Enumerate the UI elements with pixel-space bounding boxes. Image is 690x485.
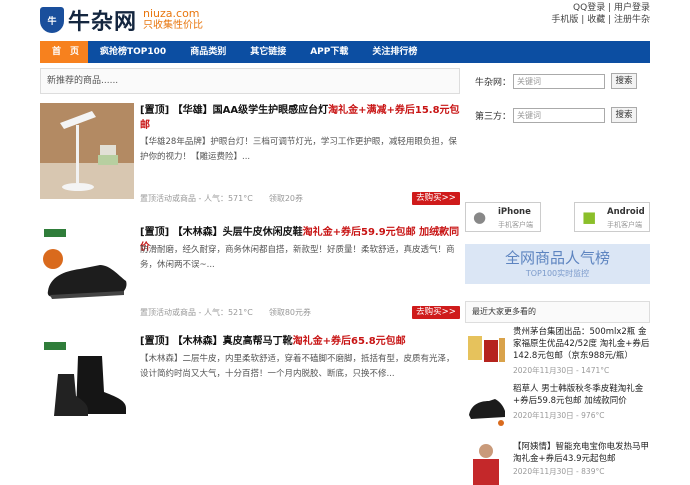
post-item: [置顶] 【木林森】真皮高帮马丁靴淘礼金+券后65.8元包邮 【木林森】二层牛皮… (40, 334, 460, 416)
item-title[interactable]: 贵州茅台集团出品：500mlx2瓶 金家福原生优品42/52度 淘礼金+券后14… (513, 326, 650, 362)
post-title[interactable]: [置顶] 【华雄】国AA级学生护眼感应台灯淘礼金+满减+券后15.8元包邮 (140, 103, 460, 133)
post-description: 【华雄28年品牌】护眼台灯！三档可调节灯光，学习工作更护眼，减轻用眼负担，保护你… (140, 137, 457, 162)
app-name: Android (607, 207, 645, 217)
site-search-button[interactable]: 搜索 (611, 73, 637, 89)
item-meta: 2020年11月30日 - 839°C (513, 467, 605, 476)
post-title[interactable]: [置顶] 【木林森】真皮高帮马丁靴淘礼金+券后65.8元包邮 (140, 334, 460, 349)
nav-categories[interactable]: 商品类别 (178, 41, 238, 63)
apple-icon: ● (473, 208, 487, 226)
search-label: 牛杂网： (475, 77, 512, 88)
site-search: 牛杂网： 关键词 搜索 (475, 73, 637, 89)
site-slogan: 只收集性价比 (143, 20, 204, 31)
item-image (465, 441, 507, 485)
top-links: QQ登录 | 用户登录 手机版 | 收藏 | 注册牛杂 (551, 3, 650, 25)
register-link[interactable]: 注册牛杂 (614, 15, 650, 25)
banner-subtitle: TOP100实时监控 (525, 269, 590, 278)
list-item[interactable]: 贵州茅台集团出品：500mlx2瓶 金家福原生优品42/52度 淘礼金+券后14… (465, 326, 650, 378)
breadcrumb: 新推荐的商品...... (40, 68, 460, 94)
product-image-shoe[interactable] (40, 225, 134, 311)
list-item[interactable]: 【阿姨情】智能充电宝你电发热马甲淘礼金+券后43.9元起包邮 2020年11月3… (465, 373, 650, 485)
qq-login-link[interactable]: QQ登录 (573, 3, 605, 13)
nav-app-download[interactable]: APP下载 (298, 41, 360, 63)
nav-links[interactable]: 其它链接 (238, 41, 298, 63)
logo-text: 牛杂网 (68, 10, 138, 35)
iphone-app-button[interactable]: ● iPhone 手机客户端 (465, 202, 541, 232)
item-image (465, 326, 507, 370)
favorite-link[interactable]: 收藏 (587, 15, 605, 25)
item-title[interactable]: 【阿姨情】智能充电宝你电发热马甲淘礼金+券后43.9元起包邮 (513, 441, 650, 465)
post-item: [置顶] 【木林森】头层牛皮休闲皮鞋淘礼金+券后59.9元包邮 加绒款同价 防滑… (40, 225, 460, 319)
third-party-search-button[interactable]: 搜索 (611, 107, 637, 123)
post-item: [置顶] 【华雄】国AA级学生护眼感应台灯淘礼金+满减+券后15.8元包邮 【华… (40, 103, 460, 215)
logo-subtitle: niuza.com 只收集性价比 (143, 8, 203, 32)
post-meta: 置顶活动或商品 - 人气：521°C 领取80元券 (140, 308, 312, 317)
main-content: 新推荐的商品...... [置顶] 【华雄】国AA级学生护眼感应台灯淘礼金+满减… (40, 68, 460, 416)
site-logo[interactable]: 牛 牛杂网 niuza.com 只收集性价比 (40, 4, 203, 36)
buy-button[interactable]: 去购买>> (412, 306, 460, 319)
main-nav: 首 页 疯抢榜TOP100 商品类别 其它链接 APP下载 关注排行榜 (40, 41, 650, 63)
site-domain: niuza.com (143, 7, 200, 20)
section-title: 最近大家更多看的 (465, 301, 650, 323)
android-icon: ■ (582, 208, 597, 226)
mobile-link[interactable]: 手机版 (551, 15, 578, 25)
logo-badge: 牛 (40, 7, 64, 33)
android-app-button[interactable]: ■ Android 手机客户端 (574, 202, 650, 232)
nav-home[interactable]: 首 页 (40, 41, 88, 63)
app-name: iPhone (498, 207, 531, 217)
app-sub: 手机客户端 (607, 221, 642, 229)
user-login-link[interactable]: 用户登录 (614, 3, 650, 13)
app-sub: 手机客户端 (498, 221, 533, 229)
buy-button[interactable]: 去购买>> (412, 192, 460, 205)
third-party-search-input[interactable]: 关键词 (513, 107, 605, 123)
third-party-search: 第三方： 关键词 搜索 (475, 107, 637, 123)
banner-title: 全网商品人气榜 (504, 249, 610, 267)
post-description: 【木林森】二层牛皮，内里柔软舒适，穿着不磕脚不磨脚，抵括有型，皮质有光泽，设计简… (140, 354, 455, 379)
popularity-banner[interactable]: 全网商品人气榜 TOP100实时监控 (465, 244, 650, 284)
product-image-lamp[interactable] (40, 103, 134, 199)
nav-ranking[interactable]: 关注排行榜 (360, 41, 429, 63)
product-image-boots[interactable] (40, 334, 134, 416)
site-header: 牛 牛杂网 niuza.com 只收集性价比 QQ登录 | 用户登录 手机版 |… (0, 0, 690, 42)
site-search-input[interactable]: 关键词 (513, 73, 605, 89)
nav-top100[interactable]: 疯抢榜TOP100 (88, 41, 178, 63)
post-meta: 置顶活动或商品 - 人气：571°C 领取20券 (140, 194, 304, 203)
search-label: 第三方： (475, 111, 512, 122)
post-description: 防滑耐磨，经久耐穿，商务休闲都自搭，新款型！好质量！柔软舒适，真皮透气！商务，休… (140, 245, 455, 270)
